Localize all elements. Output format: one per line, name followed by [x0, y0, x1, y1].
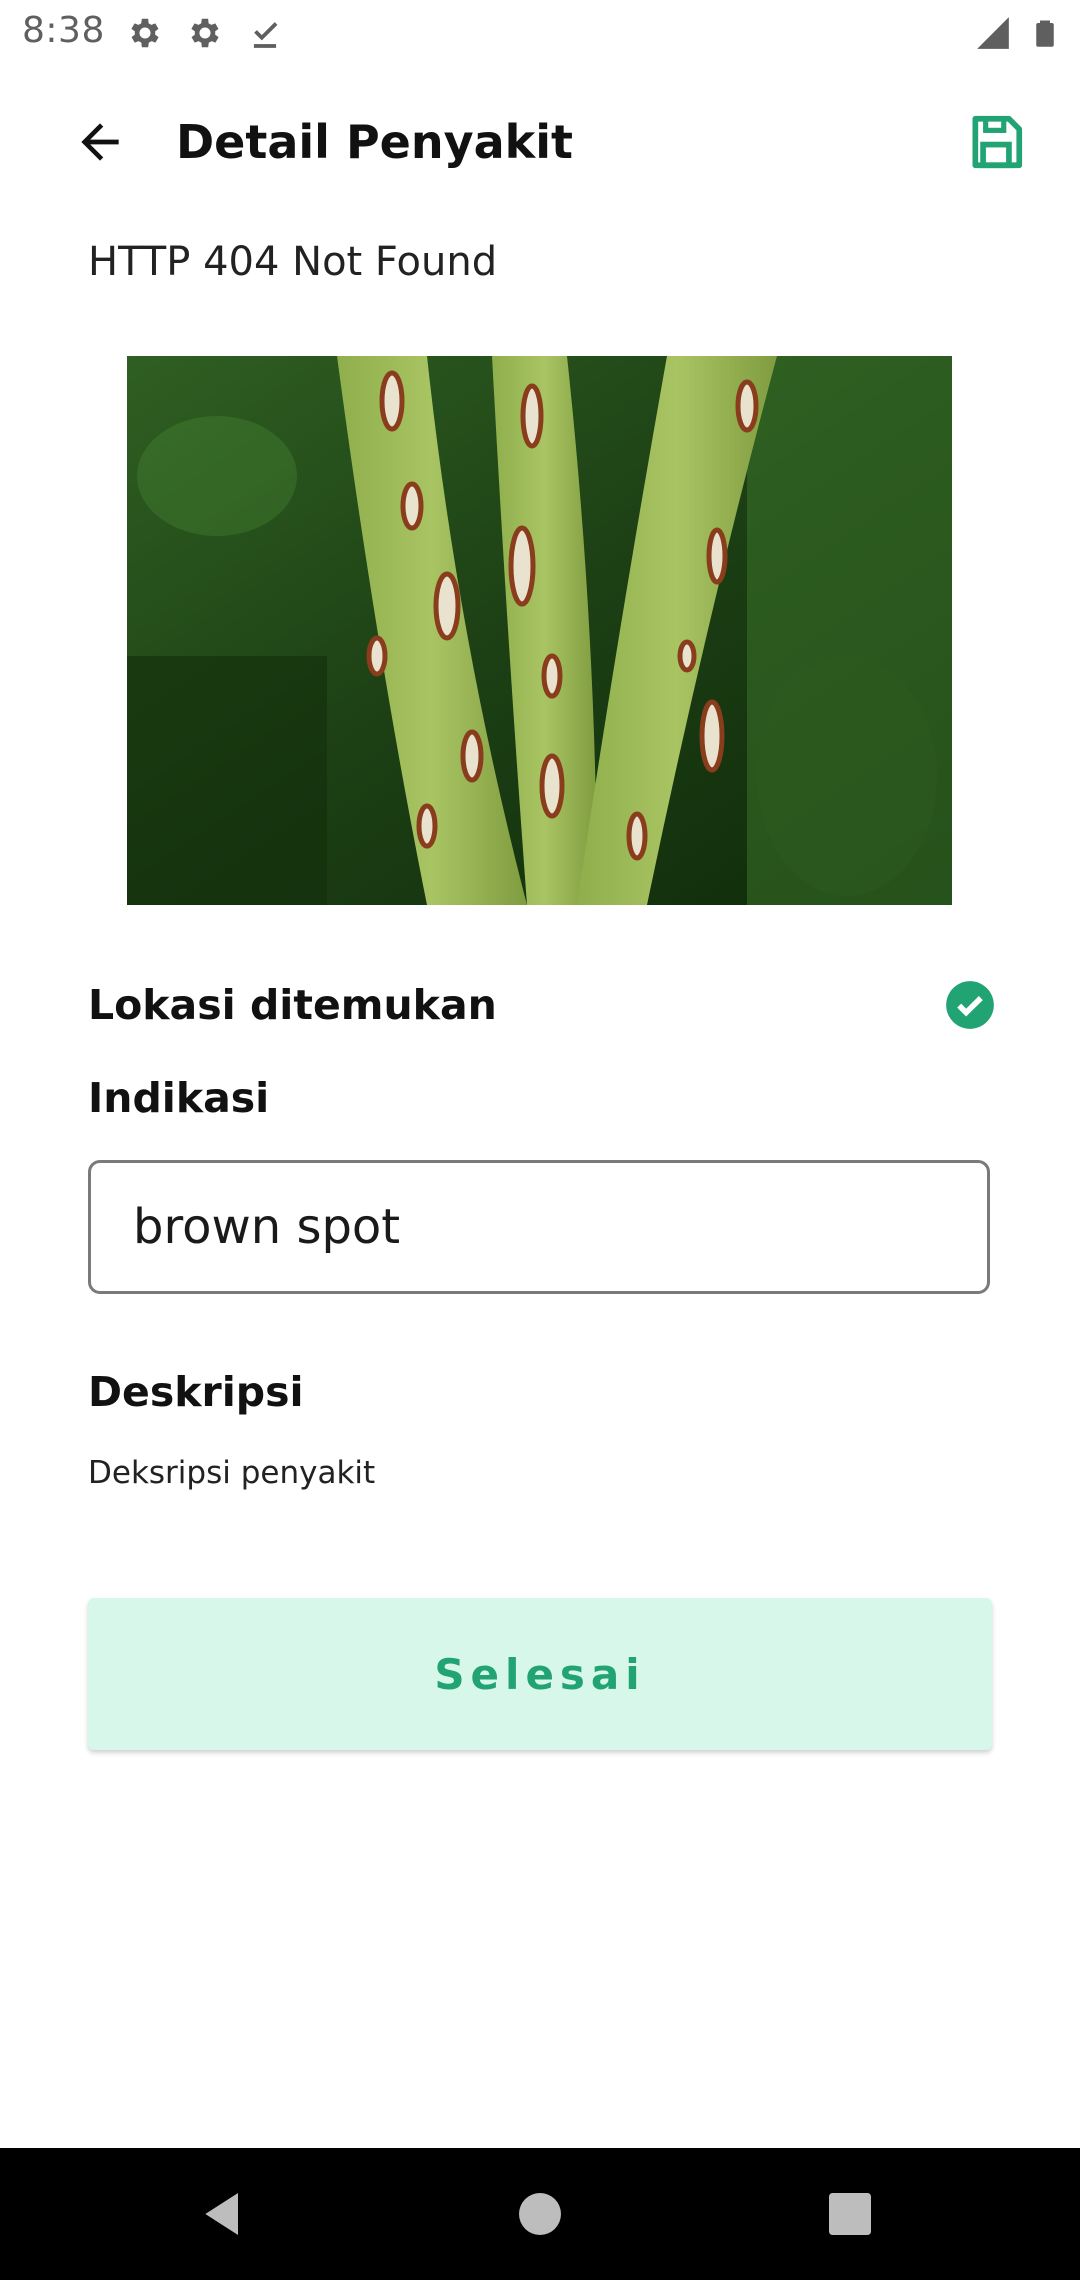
status-notification-icons: [126, 14, 284, 52]
signal-icon: [977, 17, 1009, 49]
description-label: Deskripsi: [88, 1368, 304, 1416]
gear-icon: [191, 18, 219, 48]
location-status-row: Lokasi ditemukan: [88, 975, 994, 1035]
download-done-icon: [253, 22, 278, 48]
description-text: Deksripsi penyakit: [88, 1455, 376, 1491]
arrow-left-icon: [81, 123, 119, 161]
battery-icon: [1036, 20, 1054, 47]
back-button[interactable]: [64, 106, 136, 178]
system-navigation-bar: [0, 2148, 1080, 2280]
status-time: 8:38: [22, 10, 105, 51]
error-message: HTTP 404 Not Found: [88, 239, 498, 285]
detail-penyakit-screen: 8:38 Detail Penyakit HTTP 404 Not Found …: [0, 0, 1080, 2280]
gear-icon: [131, 18, 159, 48]
finish-button[interactable]: Selesai: [88, 1598, 992, 1750]
check-circle-icon: [946, 981, 994, 1029]
back-triangle-icon[interactable]: [196, 2186, 252, 2242]
save-button[interactable]: [956, 102, 1036, 182]
indication-input[interactable]: [88, 1160, 990, 1294]
location-label: Lokasi ditemukan: [88, 981, 497, 1029]
recents-square-icon[interactable]: [822, 2186, 878, 2242]
app-bar: Detail Penyakit: [0, 86, 1080, 186]
status-bar: 8:38: [0, 0, 1080, 66]
indication-label: Indikasi: [88, 1074, 270, 1122]
disease-image: [127, 356, 952, 905]
home-circle-icon[interactable]: [512, 2186, 568, 2242]
page-title: Detail Penyakit: [176, 115, 573, 169]
rice-leaf-brown-spot-image: [127, 356, 952, 905]
status-system-icons: [974, 14, 1060, 52]
save-icon: [972, 115, 1023, 169]
